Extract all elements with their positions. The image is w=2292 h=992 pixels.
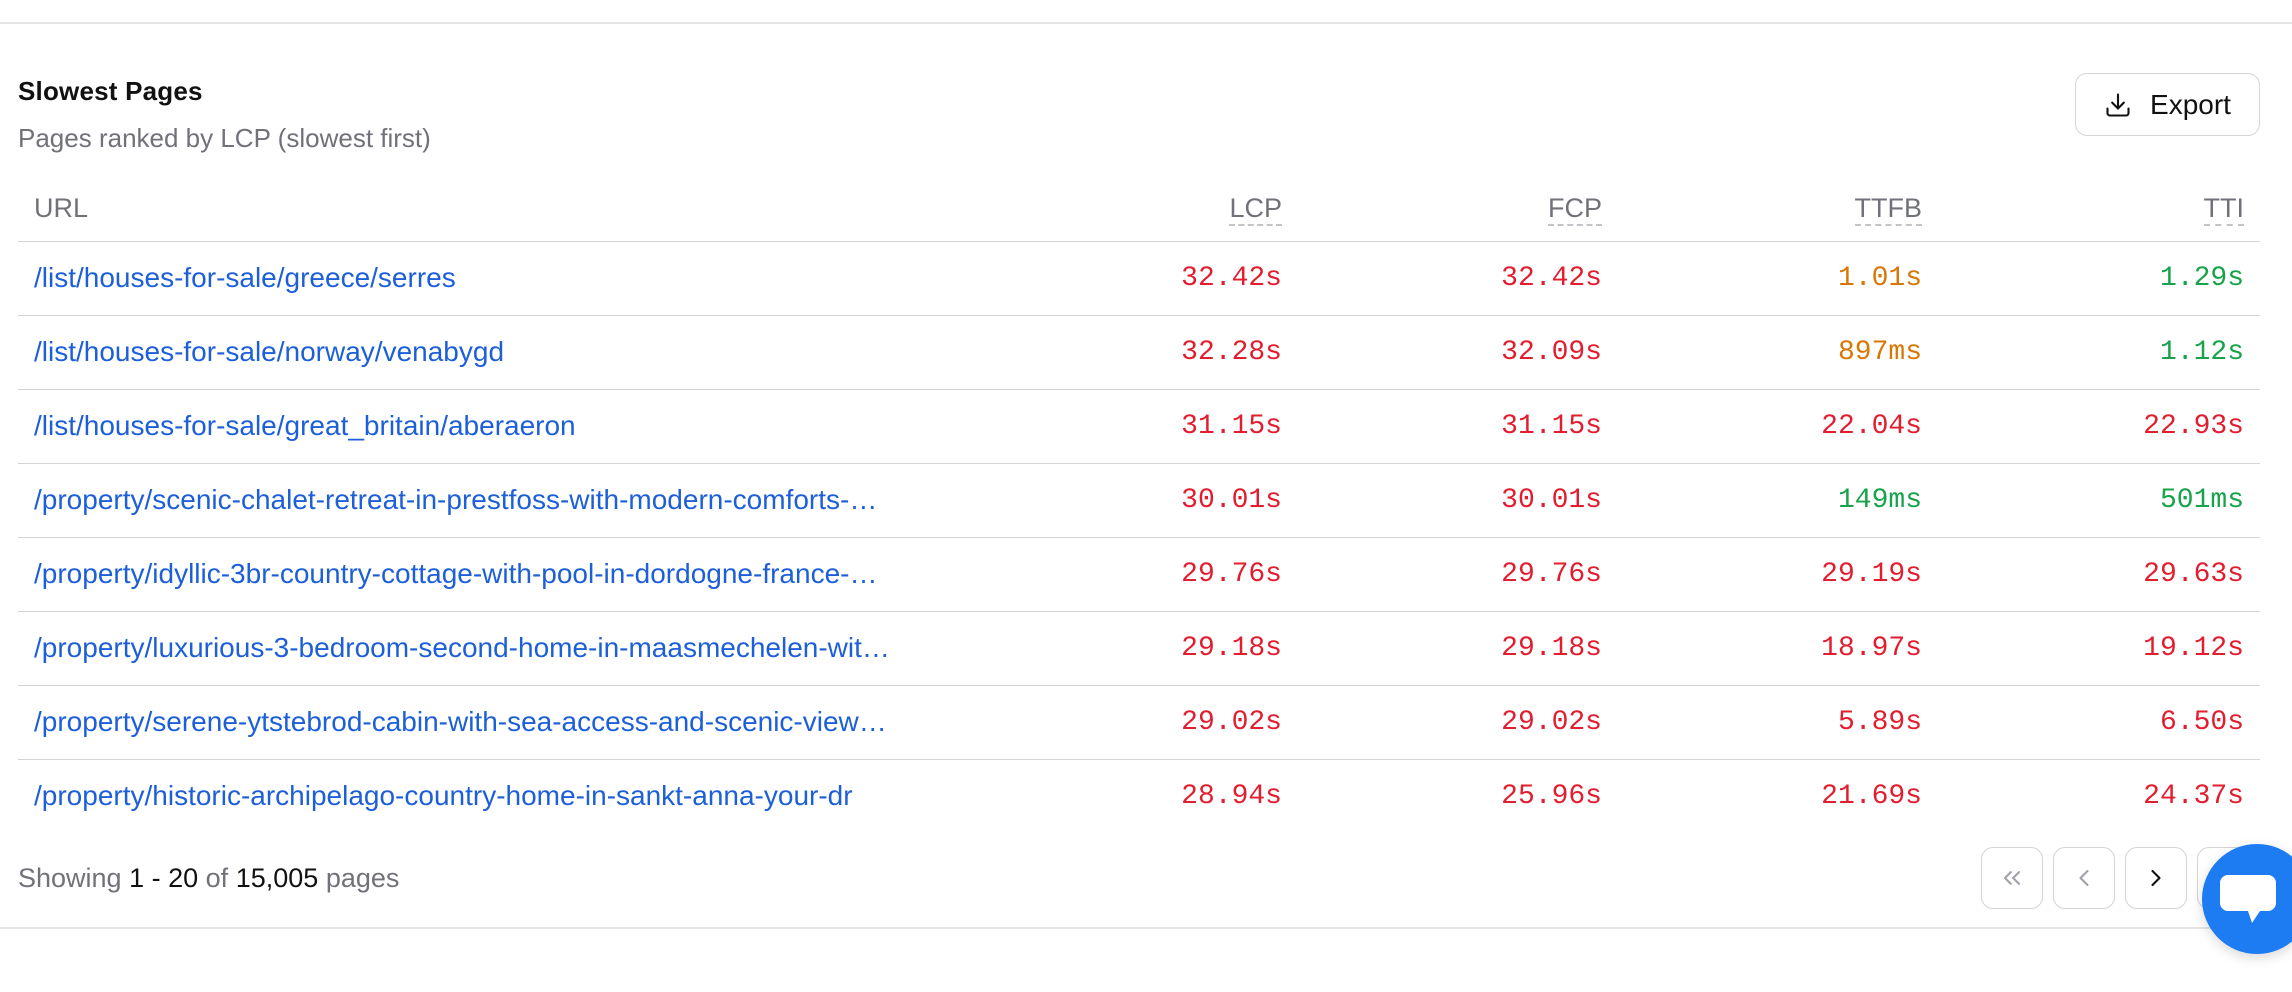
fcp-value: 31.15s <box>1298 389 1618 464</box>
page-url-link[interactable]: /property/historic-archipelago-country-h… <box>34 780 853 811</box>
lcp-value: 29.18s <box>978 611 1298 686</box>
previous-page-button[interactable] <box>2053 847 2115 909</box>
export-button[interactable]: Export <box>2075 73 2260 136</box>
export-label: Export <box>2150 88 2231 120</box>
tti-value: 22.93s <box>1938 389 2260 464</box>
ttfb-header-label: TTFB <box>1854 193 1922 227</box>
fcp-value: 32.09s <box>1298 315 1618 390</box>
tti-value: 29.63s <box>1938 537 2260 612</box>
table-header-row: URL LCP FCP TTFB TTI <box>18 177 2260 242</box>
showing-prefix: Showing <box>18 863 122 893</box>
column-header-url: URL <box>18 177 978 242</box>
lcp-value: 32.28s <box>978 315 1298 390</box>
tti-value: 1.29s <box>1938 241 2260 316</box>
next-page-button[interactable] <box>2125 847 2187 909</box>
ttfb-value: 1.01s <box>1618 241 1938 316</box>
page-url-link[interactable]: /list/houses-for-sale/great_britain/aber… <box>34 410 576 441</box>
column-header-ttfb[interactable]: TTFB <box>1618 177 1938 242</box>
table-row: /property/serene-ytstebrod-cabin-with-se… <box>18 685 2260 760</box>
pages-table: URL LCP FCP TTFB TTI /list/houses-for-sa… <box>18 177 2260 824</box>
ttfb-value: 22.04s <box>1618 389 1938 464</box>
table-row: /list/houses-for-sale/greece/serres 32.4… <box>18 241 2260 316</box>
fcp-header-label: FCP <box>1548 193 1602 227</box>
ttfb-value: 18.97s <box>1618 611 1938 686</box>
ttfb-value: 29.19s <box>1618 537 1938 612</box>
showing-range: 1 - 20 <box>129 863 199 893</box>
tti-value: 6.50s <box>1938 685 2260 760</box>
table-row: /property/idyllic-3br-country-cottage-wi… <box>18 537 2260 612</box>
fcp-value: 29.76s <box>1298 537 1618 612</box>
lcp-value: 29.76s <box>978 537 1298 612</box>
pagination-summary: Showing 1 - 20 of 15,005 pages <box>18 863 399 894</box>
lcp-header-label: LCP <box>1229 193 1282 227</box>
pages-table-scroll[interactable]: URL LCP FCP TTFB TTI /list/houses-for-sa… <box>18 177 2260 824</box>
tti-value: 1.12s <box>1938 315 2260 390</box>
page-url-link[interactable]: /list/houses-for-sale/norway/venabygd <box>34 336 504 367</box>
ttfb-value: 21.69s <box>1618 759 1938 824</box>
total-count: 15,005 <box>235 863 319 893</box>
chevron-right-icon <box>2151 869 2161 887</box>
top-divider <box>0 22 2292 24</box>
chevrons-left-icon <box>2003 871 2021 885</box>
lcp-value: 28.94s <box>978 759 1298 824</box>
table-row: /property/historic-archipelago-country-h… <box>18 759 2260 824</box>
card-subtitle: Pages ranked by LCP (slowest first) <box>18 123 431 153</box>
bottom-divider <box>0 927 2292 929</box>
fcp-value: 30.01s <box>1298 463 1618 538</box>
tti-header-label: TTI <box>2203 193 2244 227</box>
table-row: /list/houses-for-sale/great_britain/aber… <box>18 389 2260 464</box>
page-url-link[interactable]: /property/luxurious-3-bedroom-second-hom… <box>34 632 890 663</box>
page-url-link[interactable]: /property/scenic-chalet-retreat-in-prest… <box>34 484 877 515</box>
table-row: /list/houses-for-sale/norway/venabygd 32… <box>18 315 2260 390</box>
chat-icon <box>2220 875 2276 923</box>
fcp-value: 29.02s <box>1298 685 1618 760</box>
ttfb-value: 149ms <box>1618 463 1938 538</box>
of-label: of <box>205 863 229 893</box>
column-header-tti[interactable]: TTI <box>1938 177 2260 242</box>
tti-value: 501ms <box>1938 463 2260 538</box>
lcp-value: 31.15s <box>978 389 1298 464</box>
download-icon <box>2106 92 2130 117</box>
ttfb-value: 897ms <box>1618 315 1938 390</box>
tti-value: 24.37s <box>1938 759 2260 824</box>
chevron-left-icon <box>2079 869 2089 887</box>
card-title: Slowest Pages <box>18 76 203 106</box>
fcp-value: 25.96s <box>1298 759 1618 824</box>
lcp-value: 32.42s <box>978 241 1298 316</box>
column-header-fcp[interactable]: FCP <box>1298 177 1618 242</box>
column-header-lcp[interactable]: LCP <box>978 177 1298 242</box>
lcp-value: 29.02s <box>978 685 1298 760</box>
tti-value: 19.12s <box>1938 611 2260 686</box>
table-row: /property/scenic-chalet-retreat-in-prest… <box>18 463 2260 538</box>
fcp-value: 32.42s <box>1298 241 1618 316</box>
first-page-button[interactable] <box>1981 847 2043 909</box>
ttfb-value: 5.89s <box>1618 685 1938 760</box>
table-row: /property/luxurious-3-bedroom-second-hom… <box>18 611 2260 686</box>
fcp-value: 29.18s <box>1298 611 1618 686</box>
page-url-link[interactable]: /property/idyllic-3br-country-cottage-wi… <box>34 558 877 589</box>
lcp-value: 30.01s <box>978 463 1298 538</box>
page-url-link[interactable]: /property/serene-ytstebrod-cabin-with-se… <box>34 706 887 737</box>
unit-label: pages <box>325 863 400 893</box>
page-url-link[interactable]: /list/houses-for-sale/greece/serres <box>34 262 456 293</box>
